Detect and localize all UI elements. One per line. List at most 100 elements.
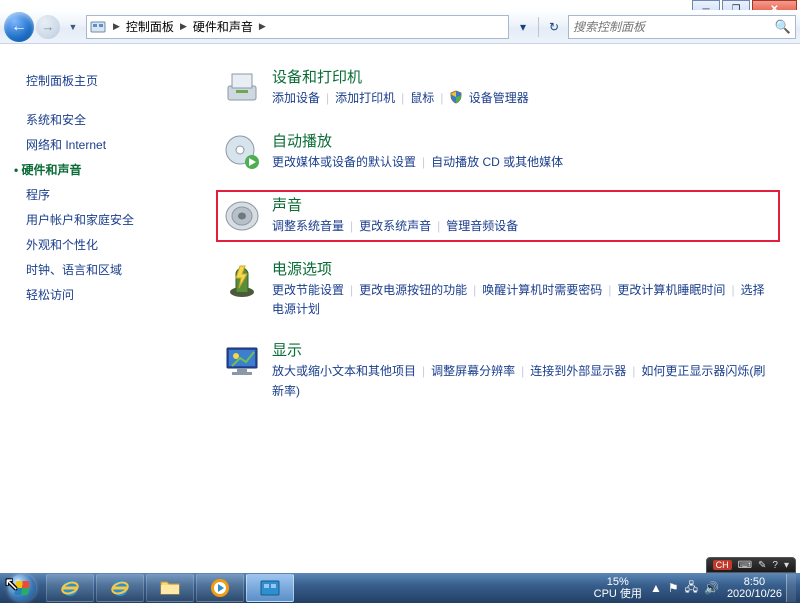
search-input[interactable]: [573, 20, 775, 34]
category-link[interactable]: 更改电源按钮的功能: [359, 283, 467, 297]
sidebar-item[interactable]: 轻松访问: [26, 282, 202, 307]
category-link[interactable]: 更改计算机睡眠时间: [617, 283, 725, 297]
internet-explorer-icon: [58, 576, 82, 600]
taskbar-item-ie2[interactable]: [96, 574, 144, 602]
sidebar-item[interactable]: 网络和 Internet: [26, 132, 202, 157]
content-area: 控制面板主页系统和安全网络和 Internet硬件和声音程序用户帐户和家庭安全外…: [0, 44, 800, 573]
taskbar-item-mediaplayer[interactable]: [196, 574, 244, 602]
keyboard-icon[interactable]: ⌨: [738, 560, 752, 571]
category-links: 放大或缩小文本和其他项目|调整屏幕分辨率|连接到外部显示器|如何更正显示器闪烁(…: [272, 362, 776, 400]
clock-date: 2020/10/26: [727, 588, 782, 600]
category-link[interactable]: 调整系统音量: [272, 219, 344, 233]
chevron-right-icon[interactable]: ▶: [176, 21, 191, 32]
cpu-gadget[interactable]: 15% CPU 使用: [594, 576, 642, 600]
category-icon: [220, 339, 264, 383]
sidebar-item[interactable]: 外观和个性化: [26, 232, 202, 257]
category-link[interactable]: 鼠标: [410, 91, 434, 105]
clock[interactable]: 8:50 2020/10/26: [727, 576, 782, 600]
category-link[interactable]: 更改媒体或设备的默认设置: [272, 155, 416, 169]
category-links: 添加设备|添加打印机|鼠标| 设备管理器: [272, 89, 776, 108]
chevron-right-icon[interactable]: ▶: [109, 21, 124, 32]
category-icon: [220, 130, 264, 174]
sidebar-item[interactable]: 控制面板主页: [26, 68, 202, 93]
taskbar: 15% CPU 使用 ▲ ⚑ 🖧 🔊 8:50 2020/10/26: [0, 573, 800, 603]
cpu-label: CPU 使用: [594, 588, 642, 600]
category-link[interactable]: 自动播放 CD 或其他媒体: [431, 155, 563, 169]
sidebar-item[interactable]: 程序: [26, 182, 202, 207]
tray-overflow-button[interactable]: ▲: [650, 581, 662, 595]
refresh-button[interactable]: ↻: [542, 16, 566, 38]
category-link[interactable]: 添加设备: [272, 91, 320, 105]
category-title[interactable]: 声音: [272, 194, 776, 215]
nav-back-button[interactable]: ←: [4, 12, 34, 42]
volume-icon[interactable]: 🔊: [704, 581, 719, 595]
category-link[interactable]: 管理音频设备: [446, 219, 518, 233]
search-box[interactable]: 🔍: [568, 15, 796, 39]
link-separator: |: [515, 364, 530, 378]
category-links: 调整系统音量|更改系统声音|管理音频设备: [272, 217, 776, 236]
sidebar-item[interactable]: 硬件和声音: [26, 157, 202, 182]
link-separator: |: [725, 283, 740, 297]
category-title[interactable]: 自动播放: [272, 130, 776, 151]
sidebar-item[interactable]: 用户帐户和家庭安全: [26, 207, 202, 232]
link-separator: |: [344, 219, 359, 233]
category-link[interactable]: 连接到外部显示器: [530, 364, 626, 378]
link-separator: |: [434, 91, 449, 105]
tray-icons: ▲ ⚑ 🖧 🔊: [650, 578, 719, 599]
ime-indicator[interactable]: CH: [713, 560, 732, 570]
category-title[interactable]: 设备和打印机: [272, 66, 776, 87]
show-desktop-button[interactable]: [786, 574, 796, 602]
category-icon: [220, 66, 264, 110]
category-links: 更改媒体或设备的默认设置|自动播放 CD 或其他媒体: [272, 153, 776, 172]
action-center-icon[interactable]: ⚑: [668, 581, 679, 595]
link-separator: |: [320, 91, 335, 105]
category-link[interactable]: 放大或缩小文本和其他项目: [272, 364, 416, 378]
windows-logo-icon: [8, 574, 36, 602]
system-tray: 15% CPU 使用 ▲ ⚑ 🖧 🔊 8:50 2020/10/26: [594, 574, 798, 602]
breadcrumb-item[interactable]: 控制面板: [124, 18, 176, 35]
chevron-right-icon[interactable]: ▶: [255, 21, 270, 32]
window-titlebar: ─ ❐ ✕: [0, 0, 800, 10]
category-自动播放: 自动播放更改媒体或设备的默认设置|自动播放 CD 或其他媒体: [216, 126, 780, 178]
taskbar-item-explorer[interactable]: [146, 574, 194, 602]
link-separator: |: [431, 219, 446, 233]
category-icon: [220, 258, 264, 302]
category-title[interactable]: 电源选项: [272, 258, 776, 279]
link-separator: |: [467, 283, 482, 297]
sidebar: 控制面板主页系统和安全网络和 Internet硬件和声音程序用户帐户和家庭安全外…: [0, 44, 210, 573]
main-panel: 设备和打印机添加设备|添加打印机|鼠标| 设备管理器自动播放更改媒体或设备的默认…: [210, 44, 800, 573]
category-电源选项: 电源选项更改节能设置|更改电源按钮的功能|唤醒计算机时需要密码|更改计算机睡眠时…: [216, 254, 780, 323]
sidebar-item[interactable]: 时钟、语言和区域: [26, 257, 202, 282]
internet-explorer-icon: [108, 576, 132, 600]
taskbar-item-controlpanel[interactable]: [246, 574, 294, 602]
category-link[interactable]: 更改节能设置: [272, 283, 344, 297]
ime-tool-icon[interactable]: ✎: [758, 560, 766, 571]
nav-history-dropdown[interactable]: ▼: [66, 15, 80, 39]
category-icon: [220, 194, 264, 238]
category-link[interactable]: 更改系统声音: [359, 219, 431, 233]
language-bar[interactable]: CH ⌨ ✎ ? ▾: [706, 557, 796, 573]
link-separator: |: [602, 283, 617, 297]
link-separator: |: [344, 283, 359, 297]
breadcrumb-item[interactable]: 硬件和声音: [191, 18, 255, 35]
help-icon[interactable]: ?: [772, 560, 778, 571]
category-link[interactable]: 唤醒计算机时需要密码: [482, 283, 602, 297]
link-separator: |: [416, 155, 431, 169]
chevron-down-icon[interactable]: ▾: [784, 560, 789, 571]
taskbar-items: [46, 574, 294, 602]
category-link[interactable]: 调整屏幕分辨率: [431, 364, 515, 378]
category-links: 更改节能设置|更改电源按钮的功能|唤醒计算机时需要密码|更改计算机睡眠时间|选择…: [272, 281, 776, 319]
taskbar-item-ie[interactable]: [46, 574, 94, 602]
sidebar-item[interactable]: 系统和安全: [26, 107, 202, 132]
category-link[interactable]: 添加打印机: [335, 91, 395, 105]
link-separator: |: [626, 364, 641, 378]
address-dropdown-button[interactable]: ▾: [511, 16, 535, 38]
network-icon[interactable]: 🖧: [685, 578, 698, 599]
start-button[interactable]: [2, 573, 42, 603]
address-bar[interactable]: ▶ 控制面板 ▶ 硬件和声音 ▶: [86, 15, 509, 39]
category-link[interactable]: 设备管理器: [449, 91, 528, 105]
search-icon[interactable]: 🔍: [775, 19, 791, 35]
category-title[interactable]: 显示: [272, 339, 776, 360]
clock-time: 8:50: [727, 576, 782, 588]
nav-forward-button[interactable]: →: [36, 15, 60, 39]
